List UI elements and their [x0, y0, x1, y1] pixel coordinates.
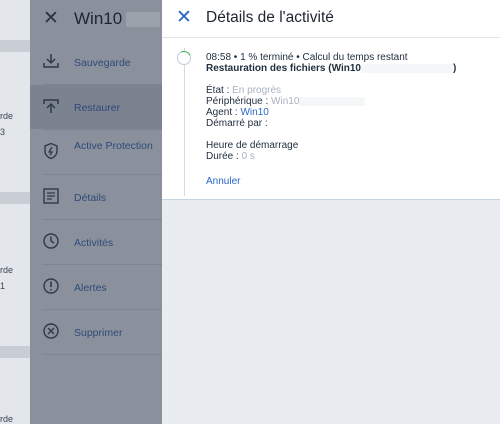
- close-icon[interactable]: ✕: [176, 8, 192, 27]
- background-text: 3: [0, 127, 6, 137]
- background-text: 1: [0, 281, 6, 291]
- device-row: Périphérique : Win10: [206, 96, 366, 107]
- state-row: État : En progrès: [206, 85, 281, 96]
- device-label: Périphérique :: [206, 96, 272, 107]
- background-page: rde 3 rde 1 rde: [0, 0, 30, 424]
- duration-row: Durée : 0 s: [206, 151, 255, 162]
- menu-item-delete[interactable]: Supprimer: [30, 310, 162, 354]
- activity-details-card: ✕ Détails de l'activité 08:58 • 1 % term…: [162, 0, 500, 200]
- backup-icon: [43, 54, 59, 68]
- background-divider: [0, 40, 30, 52]
- activity-summary: 08:58 • 1 % terminé • Calcul du temps re…: [206, 52, 408, 63]
- machine-panel-header: ✕ Win10: [30, 0, 162, 38]
- menu-item-label: Activités: [74, 237, 114, 249]
- panel-title: Détails de l'activité: [206, 9, 334, 26]
- clock-icon: [43, 233, 59, 249]
- menu-item-label: Détails: [74, 192, 107, 204]
- started-by-label: Démarré par :: [206, 118, 268, 129]
- menu-item-details[interactable]: Détails: [30, 175, 162, 219]
- activity-timeline: [184, 48, 185, 196]
- restore-icon: [43, 99, 59, 113]
- background-divider: [0, 192, 30, 204]
- redacted-name: [126, 12, 160, 27]
- background-text: rde: [0, 265, 14, 275]
- agent-label: Agent :: [206, 107, 241, 118]
- shield-icon: [44, 142, 58, 160]
- background-divider: [0, 346, 30, 358]
- cancel-button[interactable]: Annuler: [206, 176, 240, 187]
- alert-icon: [43, 278, 59, 294]
- duration-label: Durée :: [206, 151, 242, 162]
- delete-icon: [43, 323, 59, 339]
- activity-name: Restauration des fichiers (Win10): [206, 63, 456, 74]
- agent-row: Agent : Win10: [206, 107, 269, 118]
- state-label: État :: [206, 85, 233, 96]
- details-icon: [43, 188, 59, 204]
- menu-item-activities[interactable]: Activités: [30, 220, 162, 264]
- menu-item-restore[interactable]: Restaurer: [30, 85, 162, 129]
- activity-details-panel: ✕ Détails de l'activité 08:58 • 1 % term…: [162, 0, 500, 424]
- menu-item-label: Active Protection: [74, 140, 153, 152]
- close-icon[interactable]: ✕: [43, 9, 59, 28]
- duration-value: 0 s: [241, 151, 255, 162]
- menu-item-backup[interactable]: Sauvegarde: [30, 40, 162, 84]
- activity-name-suffix: ): [452, 63, 457, 74]
- background-text: rde: [0, 111, 14, 121]
- machine-title: Win10: [74, 9, 123, 28]
- background-text: rde: [0, 414, 14, 424]
- menu-divider: [42, 354, 162, 355]
- redacted-name: [299, 96, 366, 106]
- state-value: En progrès: [232, 85, 282, 96]
- start-time-label: Heure de démarrage: [206, 140, 299, 151]
- machine-panel: ✕ Win10 Sauvegarde Restaurer Active Prot…: [30, 0, 162, 424]
- device-value: Win10: [271, 96, 300, 107]
- activity-name-prefix: Restauration des fichiers (Win10: [206, 63, 361, 74]
- header-divider: [162, 37, 500, 38]
- menu-item-alerts[interactable]: Alertes: [30, 265, 162, 309]
- menu-item-label: Sauvegarde: [74, 57, 131, 69]
- menu-item-label: Restaurer: [74, 102, 121, 114]
- menu-item-active-protection[interactable]: Active Protection: [30, 130, 162, 174]
- redacted-name: [360, 63, 453, 73]
- agent-link[interactable]: Win10: [240, 107, 268, 118]
- menu-item-label: Supprimer: [74, 327, 123, 339]
- progress-ring-fill: [175, 49, 193, 67]
- menu-item-label: Alertes: [74, 282, 107, 294]
